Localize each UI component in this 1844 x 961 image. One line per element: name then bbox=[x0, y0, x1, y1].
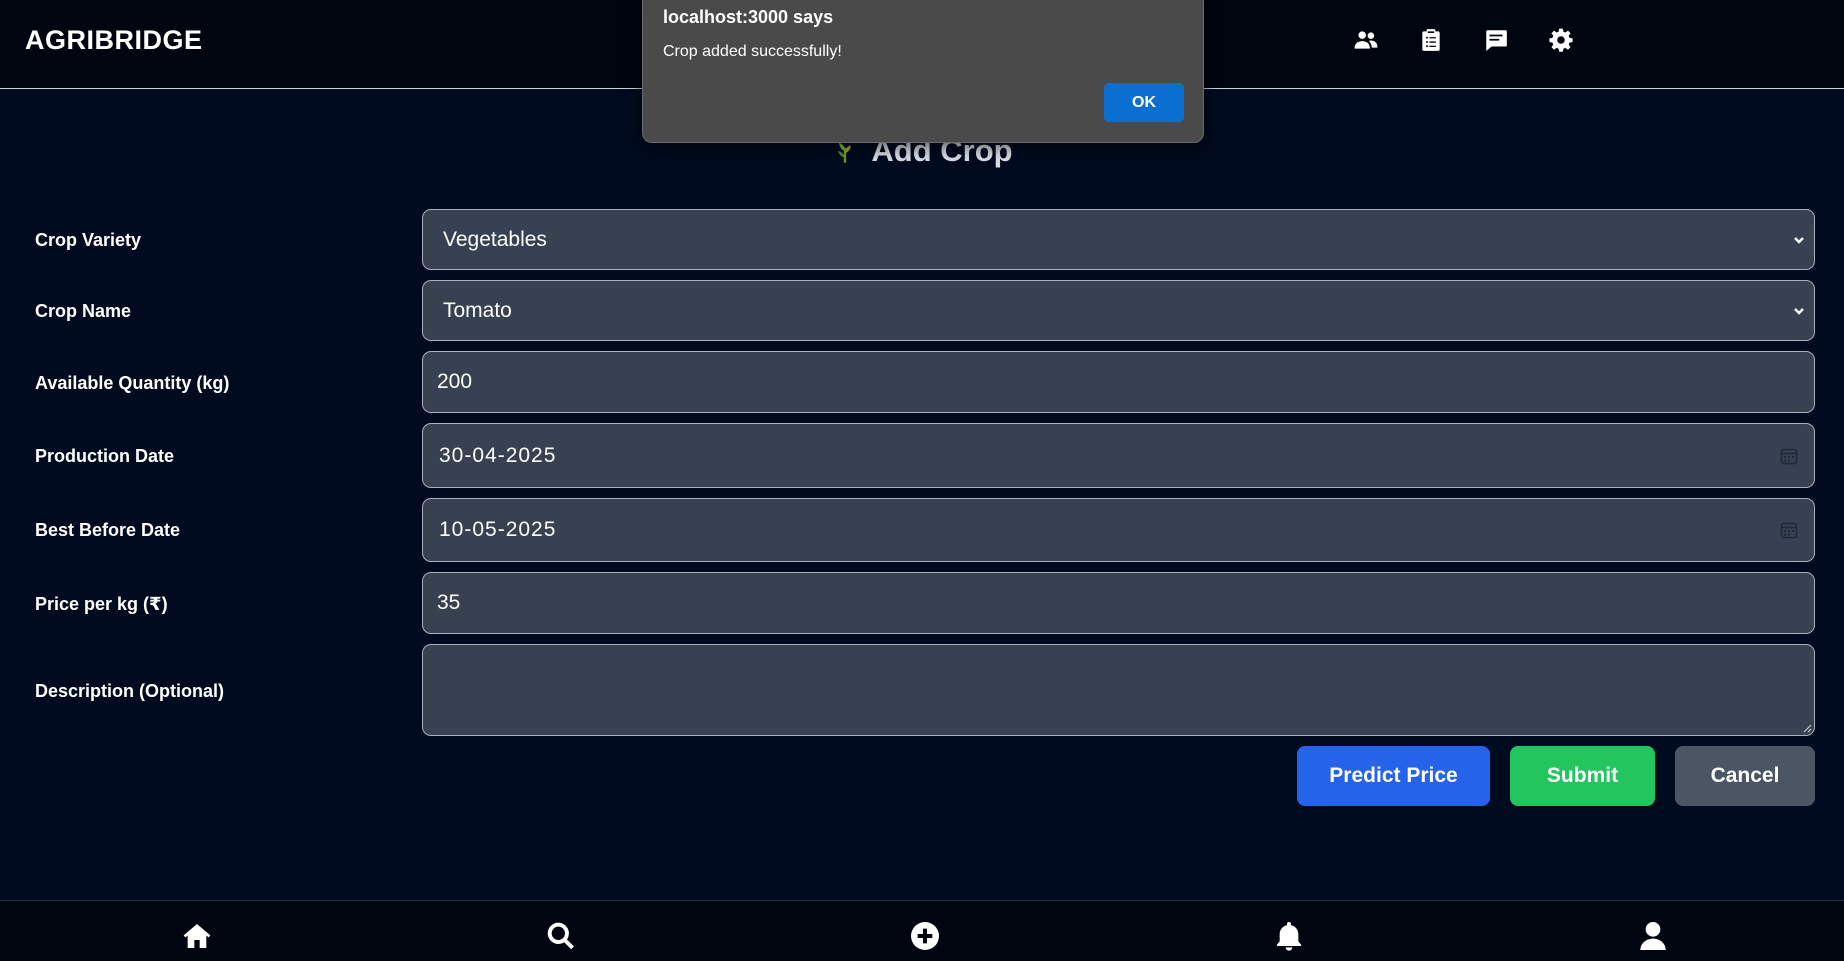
calendar-icon[interactable] bbox=[1764, 499, 1814, 561]
user-icon[interactable] bbox=[1636, 919, 1670, 953]
crop-name-select[interactable]: Tomato bbox=[422, 280, 1815, 341]
crop-name-value: Tomato bbox=[443, 298, 512, 322]
chevron-down-icon bbox=[1784, 281, 1814, 340]
message-icon[interactable] bbox=[1481, 26, 1511, 54]
description-textarea[interactable] bbox=[422, 644, 1815, 736]
dialog-message: Crop added successfully! bbox=[663, 43, 842, 60]
alert-dialog: localhost:3000 says Crop added successfu… bbox=[642, 0, 1204, 143]
description-label: Description (Optional) bbox=[35, 681, 224, 701]
best-before-input[interactable]: 10-05-2025 bbox=[422, 498, 1815, 562]
production-date-input[interactable]: 30-04-2025 bbox=[422, 423, 1815, 488]
dialog-ok-button[interactable]: OK bbox=[1104, 83, 1184, 122]
price-input[interactable]: 35 bbox=[422, 572, 1815, 634]
crop-name-label: Crop Name bbox=[35, 301, 132, 321]
production-date-label: Production Date bbox=[35, 446, 175, 466]
crop-variety-select[interactable]: Vegetables bbox=[422, 209, 1815, 270]
search-icon[interactable] bbox=[544, 919, 578, 953]
bottom-navbar bbox=[0, 900, 1844, 961]
quantity-input[interactable]: 200 bbox=[422, 351, 1815, 413]
chevron-down-icon bbox=[1784, 210, 1814, 269]
dialog-title: localhost:3000 says bbox=[663, 7, 834, 27]
price-value: 35 bbox=[437, 591, 461, 614]
best-before-value: 10-05-2025 bbox=[439, 518, 557, 541]
clipboard-icon[interactable] bbox=[1416, 26, 1446, 54]
resize-grip-icon[interactable] bbox=[1802, 723, 1812, 733]
submit-button[interactable]: Submit bbox=[1510, 746, 1655, 806]
best-before-label: Best Before Date bbox=[35, 520, 181, 540]
crop-variety-value: Vegetables bbox=[443, 227, 547, 251]
predict-price-button[interactable]: Predict Price bbox=[1297, 746, 1490, 806]
price-label: Price per kg (₹) bbox=[35, 594, 168, 614]
crop-variety-label: Crop Variety bbox=[35, 230, 142, 250]
cancel-button[interactable]: Cancel bbox=[1675, 746, 1815, 806]
bell-icon[interactable] bbox=[1272, 919, 1306, 953]
quantity-value: 200 bbox=[437, 370, 473, 393]
add-circle-icon[interactable] bbox=[908, 919, 942, 953]
production-date-value: 30-04-2025 bbox=[439, 443, 557, 467]
calendar-icon[interactable] bbox=[1764, 424, 1814, 487]
quantity-label: Available Quantity (kg) bbox=[35, 373, 230, 393]
brand-logo[interactable]: AGRIBRIDGE bbox=[25, 25, 203, 56]
home-icon[interactable] bbox=[180, 919, 214, 953]
gear-icon[interactable] bbox=[1546, 26, 1576, 54]
users-icon[interactable] bbox=[1351, 26, 1381, 54]
